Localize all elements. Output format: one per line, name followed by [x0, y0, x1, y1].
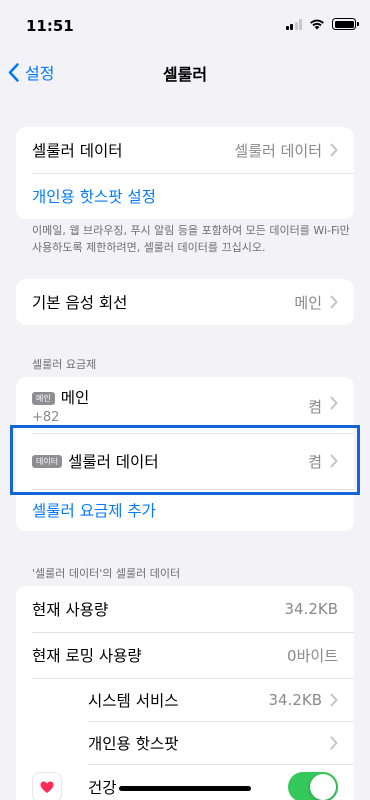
system-services-label: 시스템 서비스 — [88, 691, 179, 710]
personal-hotspot-label: 개인용 핫스팟 — [88, 734, 179, 753]
add-plan-link[interactable]: 셀룰러 요금제 추가 — [32, 499, 156, 521]
cellular-group: 셀룰러 데이터 셀룰러 데이터 개인용 핫스팟 설정 — [16, 127, 354, 219]
system-services-row[interactable]: 시스템 서비스 34.2KB — [16, 678, 354, 721]
health-toggle[interactable] — [288, 772, 338, 800]
system-services-value: 34.2KB — [268, 690, 322, 709]
current-usage-label: 현재 사용량 — [32, 601, 109, 619]
plan-name: 메인 — [60, 389, 90, 407]
signal-icon — [285, 18, 302, 30]
toggle-knob — [310, 774, 336, 800]
status-bar: 11:51 — [0, 0, 370, 50]
roaming-usage-value: 0바이트 — [287, 646, 338, 665]
plans-group: 메인 메인 +82 켬 데이터 셀룰러 데이터 켬 셀룰러 요금제 추가 — [16, 377, 354, 531]
plan-number: +82 — [32, 410, 60, 425]
voice-line-row[interactable]: 기본 음성 회선 메인 — [16, 279, 354, 325]
nav-bar: 설정 셀룰러 — [0, 52, 370, 92]
health-label: 건강 — [88, 779, 117, 797]
home-indicator[interactable] — [119, 786, 251, 791]
status-time: 11:51 — [26, 17, 74, 35]
voice-line-label: 기본 음성 회선 — [32, 294, 128, 312]
page-title: 셀룰러 — [162, 65, 208, 84]
plan-row-main[interactable]: 메인 메인 +82 켬 — [16, 377, 354, 433]
chevron-right-icon — [330, 736, 338, 749]
roaming-usage-row: 현재 로밍 사용량 0바이트 — [16, 632, 354, 678]
chevron-right-icon — [330, 693, 338, 706]
roaming-usage-label: 현재 로밍 사용량 — [32, 647, 142, 665]
add-plan-row[interactable]: 셀룰러 요금제 추가 — [16, 489, 354, 531]
chevron-right-icon — [330, 454, 338, 468]
wifi-icon — [310, 19, 324, 30]
plan-badge: 데이터 — [32, 454, 63, 468]
plan-badge: 메인 — [32, 392, 55, 405]
plan-status: 켬 — [308, 398, 322, 416]
voice-line-value: 메인 — [294, 293, 322, 312]
current-usage-row: 현재 사용량 34.2KB — [16, 586, 354, 632]
plan-row-data[interactable]: 데이터 셀룰러 데이터 켬 — [16, 433, 354, 489]
plan-status: 켬 — [308, 452, 322, 471]
current-usage-value: 34.2KB — [284, 600, 338, 618]
usage-section-header: '셀룰러 데이터'의 셀룰러 데이터 — [32, 567, 181, 580]
cellular-data-value: 셀룰러 데이터 — [234, 141, 322, 160]
chevron-right-icon — [330, 295, 338, 309]
cellular-footnote: 이메일, 웹 브라우징, 푸시 알림 등을 포함하여 모든 데이터를 Wi-Fi… — [32, 224, 350, 254]
voice-group: 기본 음성 회선 메인 — [16, 279, 354, 325]
hotspot-settings-row[interactable]: 개인용 핫스팟 설정 — [16, 173, 354, 219]
battery-icon — [332, 18, 359, 30]
plans-section-header: 셀룰러 요금제 — [32, 358, 97, 371]
hotspot-settings-link[interactable]: 개인용 핫스팟 설정 — [32, 185, 156, 207]
cellular-data-row[interactable]: 셀룰러 데이터 셀룰러 데이터 — [16, 127, 354, 173]
plan-name: 셀룰러 데이터 — [68, 453, 159, 471]
health-row: 건강 — [16, 764, 354, 800]
plan-text: 메인 메인 +82 — [32, 386, 89, 425]
cellular-data-label: 셀룰러 데이터 — [32, 142, 123, 160]
heart-icon — [32, 772, 62, 800]
personal-hotspot-row[interactable]: 개인용 핫스팟 — [16, 721, 354, 764]
usage-group: 현재 사용량 34.2KB 현재 로밍 사용량 0바이트 시스템 서비스 34.… — [16, 586, 354, 800]
chevron-right-icon — [330, 143, 338, 157]
status-icons — [285, 18, 359, 30]
chevron-right-icon — [330, 396, 338, 410]
